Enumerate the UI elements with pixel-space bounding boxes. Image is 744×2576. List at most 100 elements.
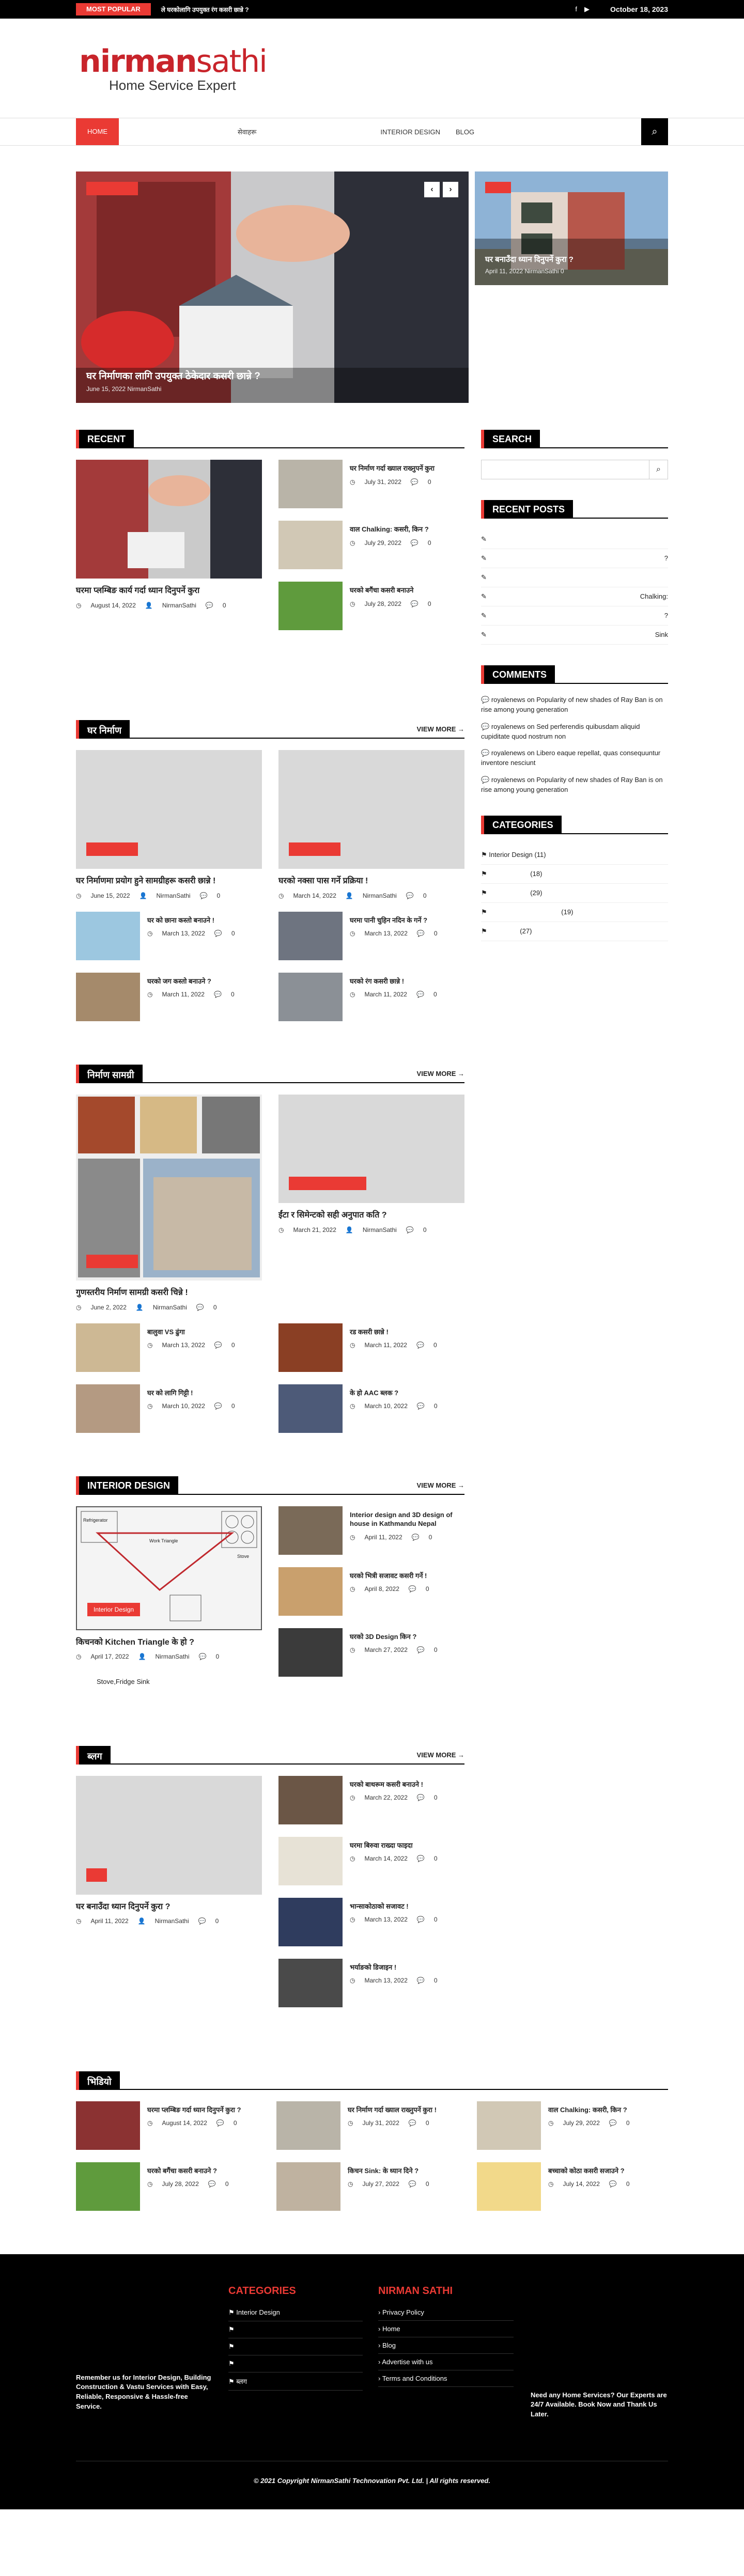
category-item[interactable]: ⚑ (29) (481, 884, 668, 903)
list-item[interactable]: बालुवा VS ढुंगा ◷ March 13, 2022 💬 0 (76, 1323, 262, 1372)
materials-collage-image[interactable] (76, 1094, 262, 1281)
recent-main-title[interactable]: घरमा प्लम्बिङ कार्य गर्दा ध्यान दिनुपर्न… (76, 586, 262, 597)
comment-user[interactable]: royalenews (491, 776, 525, 784)
list-item[interactable]: घर को लागि गिट्टी ! ◷ March 10, 2022 💬 0 (76, 1384, 262, 1433)
post-title[interactable]: घरको जग कस्तो बनाउने ? (147, 977, 235, 986)
list-item[interactable]: बच्चाको कोठा कसरी सजाउने ? ◷ July 14, 2022… (477, 2162, 667, 2211)
post-image-placeholder[interactable] (278, 750, 464, 869)
next-arrow-icon[interactable]: › (443, 182, 458, 197)
post-title[interactable]: घरको बाथरूम कसरी बनाउने ! (350, 1780, 438, 1789)
list-item[interactable]: घर को छाना कस्तो बनाउने ! ◷ March 13, 2022… (76, 911, 262, 960)
post-image-placeholder[interactable] (76, 750, 262, 869)
list-item[interactable]: घरको बगैंचा कसरी बनाउने ? ◷ July 28, 2022 💬… (76, 2162, 266, 2211)
footer-link-label[interactable]: Terms and Conditions (382, 2375, 447, 2382)
hero-side-post[interactable]: घर बनाउँदा ध्यान दिनुपर्ने कुरा ? April … (475, 171, 668, 285)
post-author[interactable]: NirmanSathi (162, 602, 196, 609)
post-title[interactable]: Interior design and 3D design of house i… (350, 1510, 464, 1528)
nav-interior-design[interactable]: INTERIOR DESIGN (380, 128, 440, 136)
search-icon[interactable]: ⌕ (649, 460, 668, 479)
footer-link[interactable]: › Blog (378, 2337, 514, 2354)
list-item[interactable]: Interior design and 3D design of house i… (278, 1506, 464, 1555)
prev-arrow-icon[interactable]: ‹ (424, 182, 440, 197)
nav-home[interactable]: HOME (76, 118, 119, 145)
post-author[interactable]: NirmanSathi (157, 892, 191, 899)
view-more-link[interactable]: VIEW MORE → (417, 1751, 464, 1759)
category-name[interactable]: Interior Design (489, 851, 533, 858)
post-title[interactable]: किचन Sink: के ध्यान दिने ? (348, 2166, 429, 2176)
post-title[interactable]: बच्चाको कोठा कसरी सजाउने ? (548, 2166, 630, 2176)
post-title[interactable]: वाल Chalking: कसरी, किन ? (548, 2105, 630, 2115)
post-title[interactable]: ? (664, 554, 668, 563)
hero-title[interactable]: घर निर्माणका लागि उपयुक्त ठेकेदार कसरी छ… (86, 369, 260, 382)
list-item[interactable]: घर निर्माण गर्दा ख्याल राख्नुपर्ने कुरा … (276, 2101, 467, 2150)
post-author[interactable]: NirmanSathi (155, 1917, 189, 1925)
post-title[interactable]: घरको नक्सा पास गर्ने प्रक्रिया ! (278, 876, 464, 887)
category-item[interactable]: ⚑ (19) (481, 903, 668, 922)
footer-link-label[interactable]: Home (382, 2325, 400, 2333)
comment-user[interactable]: royalenews (491, 723, 525, 730)
category-badge[interactable] (289, 842, 340, 856)
list-item[interactable]: घरको बगैंचा कसरी बनाउने ◷ July 28, 2022 💬 0 (278, 582, 464, 630)
post-title[interactable]: घरमा पानी चुहिन नदिन के गर्ने ? (350, 916, 438, 925)
kitchen-triangle-diagram[interactable]: Refrigerator Stove Work Triangle Interio… (76, 1506, 262, 1630)
footer-link[interactable]: › Home (378, 2321, 514, 2337)
list-item[interactable]: भर्याङको डिजाइन ! ◷ March 13, 2022 💬 0 (278, 1958, 464, 2007)
post-title[interactable]: घर बनाउँदा ध्यान दिनुपर्ने कुरा ? (76, 1902, 262, 1913)
comment-user[interactable]: royalenews (491, 696, 525, 704)
hero-category-badge[interactable] (86, 182, 138, 195)
list-item[interactable]: ✎ Chalking: (481, 587, 668, 606)
post-image-placeholder[interactable] (76, 1775, 262, 1895)
recent-main-image[interactable] (76, 460, 262, 579)
view-more-link[interactable]: VIEW MORE → (417, 1070, 464, 1078)
category-item[interactable]: ⚑ (18) (481, 865, 668, 884)
list-item[interactable]: ✎ (481, 568, 668, 587)
youtube-icon[interactable]: ▶ (584, 5, 590, 13)
list-item[interactable]: ✎? (481, 606, 668, 626)
facebook-icon[interactable]: f (575, 5, 577, 13)
footer-category-item[interactable]: ⚑ (228, 2338, 363, 2355)
post-author[interactable]: NirmanSathi (156, 1653, 190, 1660)
footer-category-item[interactable]: ⚑ (228, 2321, 363, 2338)
category-item[interactable]: ⚑ (27) (481, 922, 668, 941)
footer-category-item[interactable]: ⚑ ब्लग (228, 2372, 363, 2391)
post-title[interactable]: घर को लागि गिट्टी ! (147, 1388, 235, 1398)
footer-category-item[interactable]: ⚑ Interior Design (228, 2304, 363, 2321)
post-title[interactable]: घरको बगैंचा कसरी बनाउने (350, 586, 431, 595)
post-title[interactable]: घर को छाना कस्तो बनाउने ! (147, 916, 235, 925)
category-badge[interactable]: Interior Design (87, 1602, 141, 1616)
post-image-placeholder[interactable] (278, 1094, 464, 1203)
list-item[interactable]: घरको 3D Design किन ? ◷ March 27, 2022 💬 0 (278, 1628, 464, 1677)
footer-category-item[interactable]: ⚑ (228, 2355, 363, 2372)
hero-main-slide[interactable]: ‹ › घर निर्माणका लागि उपयुक्त ठेकेदार कस… (76, 171, 469, 403)
footer-link-label[interactable]: Privacy Policy (382, 2308, 424, 2316)
post-author[interactable]: NirmanSathi (363, 892, 397, 899)
post-title[interactable]: ? (664, 612, 668, 620)
list-item[interactable]: घर निर्माण गर्दा ख्याल राख्नुपर्ने कुरा ◷… (278, 460, 464, 508)
post-title[interactable]: घरको 3D Design किन ? (350, 1632, 438, 1642)
nav-blog[interactable]: BLOG (456, 128, 474, 136)
list-item[interactable]: घरमा प्लम्बिङ गर्दा ध्यान दिनुपर्ने कुरा… (76, 2101, 266, 2150)
footer-link-label[interactable]: Advertise with us (382, 2358, 432, 2366)
side-title[interactable]: घर बनाउँदा ध्यान दिनुपर्ने कुरा ? (485, 254, 574, 264)
post-title[interactable]: घरमा बिरुवा राख्दा फाइदा (350, 1841, 438, 1850)
post-title[interactable]: Sink (655, 631, 668, 639)
footer-link[interactable]: › Advertise with us (378, 2354, 514, 2370)
post-title[interactable]: Chalking: (640, 592, 668, 601)
list-item[interactable]: घरको बाथरूम कसरी बनाउने ! ◷ March 22, 2022… (278, 1775, 464, 1824)
post-title[interactable]: भान्साकोठाको सजावट ! (350, 1902, 438, 1911)
list-item[interactable]: के हो AAC ब्लक ? ◷ March 10, 2022 💬 0 (278, 1384, 464, 1433)
side-category-badge[interactable] (485, 182, 511, 193)
list-item[interactable]: ✎? (481, 549, 668, 568)
list-item[interactable]: रड कसरी छान्ने ! ◷ March 11, 2022 💬 0 (278, 1323, 464, 1372)
view-more-link[interactable]: VIEW MORE → (417, 725, 464, 733)
post-title[interactable]: घरमा प्लम्बिङ गर्दा ध्यान दिनुपर्ने कुरा… (147, 2105, 241, 2115)
footer-category-label[interactable]: ब्लग (236, 2378, 247, 2385)
nav-services[interactable]: सेवाहरू (238, 127, 256, 136)
category-badge[interactable] (289, 1176, 366, 1190)
view-more-link[interactable]: VIEW MORE → (417, 1481, 464, 1489)
list-item[interactable]: भान्साकोठाको सजावट ! ◷ March 13, 2022 💬 0 (278, 1897, 464, 1946)
list-item[interactable]: ✎ Sink (481, 626, 668, 645)
post-title[interactable]: वाल Chalking: कसरी, किन ? (350, 525, 431, 534)
post-title[interactable]: किचनको Kitchen Triangle के हो ? (76, 1637, 262, 1648)
post-title[interactable]: घर निर्माण गर्दा ख्याल राख्नुपर्ने कुरा (350, 464, 435, 473)
